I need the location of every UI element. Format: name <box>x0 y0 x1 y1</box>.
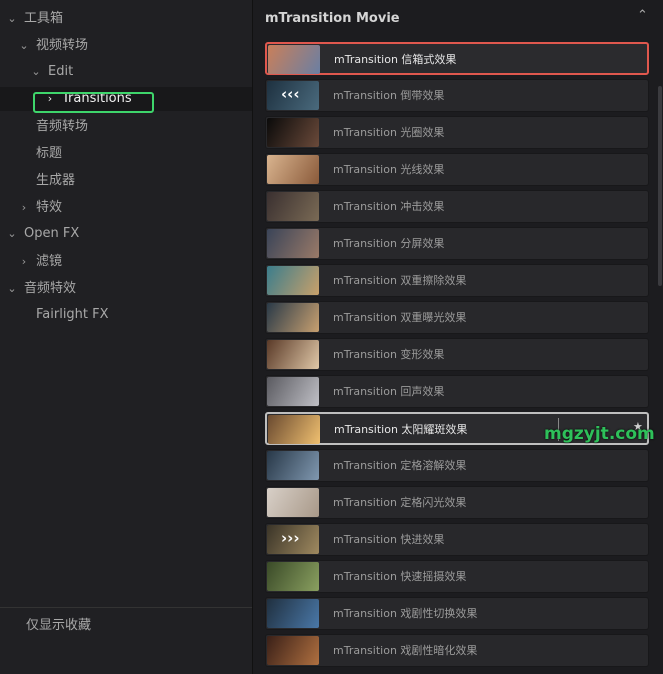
sidebar-item-label: 音频转场 <box>36 119 89 134</box>
sidebar-item-label: 滤镜 <box>36 254 63 269</box>
watermark: mgzyjt.com <box>544 424 655 444</box>
transition-thumbnail <box>267 303 319 332</box>
transition-tile[interactable]: mTransition 双重曝光效果 <box>265 301 649 334</box>
transition-label: mTransition 回声效果 <box>333 385 445 398</box>
sidebar-item-label: 音频特效 <box>24 281 77 296</box>
transition-thumbnail <box>267 562 319 591</box>
transition-thumbnail <box>267 266 319 295</box>
chevron-down-icon[interactable]: ⌄ <box>6 7 18 31</box>
transition-tile[interactable]: mTransition 回声效果 <box>265 375 649 408</box>
transition-label: mTransition 光圈效果 <box>333 126 445 139</box>
transition-tile[interactable]: mTransition 定格闪光效果 <box>265 486 649 519</box>
chevron-right-icon[interactable]: › <box>18 250 30 274</box>
sidebar-item[interactable]: 生成器 <box>0 169 252 193</box>
sidebar-item-label: 工具箱 <box>24 11 64 26</box>
chevron-up-icon[interactable]: ⌃ <box>637 8 648 23</box>
effects-sidebar: ⌄ 工具箱 ⌄ 视频转场 ⌄ Edit › Transitions 音频转场 标题 生成器 › 特效 ⌄ O… <box>0 0 253 674</box>
transition-thumbnail <box>267 229 319 258</box>
transition-tile[interactable]: mTransition 冲击效果 <box>265 190 649 223</box>
scrollbar-thumb[interactable] <box>658 86 662 286</box>
transition-tile[interactable]: mTransition 光线效果 <box>265 153 649 186</box>
transition-thumbnail <box>267 599 319 628</box>
sidebar-item[interactable]: › 特效 <box>0 196 252 220</box>
transition-tile[interactable]: mTransition 信箱式效果 <box>265 42 649 75</box>
transition-label: mTransition 定格闪光效果 <box>333 496 467 509</box>
chevron-down-icon[interactable]: ⌄ <box>18 34 30 58</box>
sidebar-item-label: Edit <box>48 64 74 79</box>
sidebar-item[interactable]: 标题 <box>0 142 252 166</box>
sidebar-item[interactable]: ⌄ 工具箱 <box>0 7 252 31</box>
transition-tile[interactable]: mTransition 快速摇摄效果 <box>265 560 649 593</box>
transition-thumbnail <box>267 636 319 665</box>
sidebar-item-label: 生成器 <box>36 173 76 188</box>
transition-thumbnail <box>267 118 319 147</box>
transition-label: mTransition 太阳耀斑效果 <box>334 423 468 436</box>
transition-label: mTransition 戏剧性暗化效果 <box>333 644 478 657</box>
forward-arrows-icon: ››› <box>281 529 300 547</box>
transition-label: mTransition 倒带效果 <box>333 89 445 102</box>
transition-thumbnail <box>268 45 320 74</box>
transition-thumbnail <box>268 415 320 444</box>
transition-label: mTransition 双重擦除效果 <box>333 274 467 287</box>
transition-label: mTransition 双重曝光效果 <box>333 311 467 324</box>
transition-label: mTransition 戏剧性切换效果 <box>333 607 478 620</box>
sidebar-item[interactable]: ⌄ 视频转场 <box>0 34 252 58</box>
transition-label: mTransition 定格溶解效果 <box>333 459 467 472</box>
transition-tile[interactable]: mTransition 戏剧性切换效果 <box>265 597 649 630</box>
selection-highlight <box>33 92 154 113</box>
sidebar-item[interactable]: Fairlight FX <box>0 303 252 327</box>
transition-tile[interactable]: mTransition 双重擦除效果 <box>265 264 649 297</box>
transition-thumbnail <box>267 377 319 406</box>
sidebar-item-label: Fairlight FX <box>36 307 109 322</box>
transition-label: mTransition 信箱式效果 <box>334 53 457 66</box>
transition-tile[interactable]: mTransition 定格溶解效果 <box>265 449 649 482</box>
sidebar-item-label: 标题 <box>36 146 63 161</box>
chevron-down-icon[interactable]: ⌄ <box>6 222 18 246</box>
sidebar-item[interactable]: 音频转场 <box>0 115 252 139</box>
transition-thumbnail <box>267 451 319 480</box>
sidebar-item[interactable]: ⌄ Edit <box>0 60 252 84</box>
sidebar-item[interactable]: ⌄ 音频特效 <box>0 277 252 301</box>
transition-thumbnail <box>267 488 319 517</box>
transition-label: mTransition 冲击效果 <box>333 200 445 213</box>
sidebar-item-label: Open FX <box>24 226 80 241</box>
transition-thumbnail <box>267 192 319 221</box>
rewind-arrows-icon: ‹‹‹ <box>281 85 300 103</box>
transition-tile[interactable]: ››› mTransition 快进效果 <box>265 523 649 556</box>
scrollbar[interactable] <box>657 36 663 674</box>
transition-label: mTransition 光线效果 <box>333 163 445 176</box>
transition-label: mTransition 分屏效果 <box>333 237 445 250</box>
transition-thumbnail: ››› <box>267 525 319 554</box>
effects-panel: mTransition Movie ⌃ mTransition 信箱式效果 ‹‹‹… <box>253 0 663 674</box>
transition-thumbnail <box>267 340 319 369</box>
transition-tile[interactable]: mTransition 分屏效果 <box>265 227 649 260</box>
favorites-only-toggle[interactable]: 仅显示收藏 <box>26 614 91 633</box>
transition-label: mTransition 快进效果 <box>333 533 445 546</box>
transition-label: mTransition 快速摇摄效果 <box>333 570 467 583</box>
sidebar-item[interactable]: › 滤镜 <box>0 250 252 274</box>
transition-thumbnail <box>267 155 319 184</box>
transition-tile[interactable]: ‹‹‹ mTransition 倒带效果 <box>265 79 649 112</box>
sidebar-item[interactable]: ⌄ Open FX <box>0 222 252 246</box>
transition-tile[interactable]: mTransition 变形效果 <box>265 338 649 371</box>
sidebar-divider <box>0 607 252 608</box>
chevron-down-icon[interactable]: ⌄ <box>30 60 42 84</box>
chevron-down-icon[interactable]: ⌄ <box>6 277 18 301</box>
transition-label: mTransition 变形效果 <box>333 348 445 361</box>
transition-tile[interactable]: mTransition 戏剧性暗化效果 <box>265 634 649 667</box>
sidebar-item-label: 特效 <box>36 200 63 215</box>
panel-title: mTransition Movie <box>265 11 400 26</box>
chevron-right-icon[interactable]: › <box>18 196 30 220</box>
transition-thumbnail: ‹‹‹ <box>267 81 319 110</box>
sidebar-item-label: 视频转场 <box>36 38 89 53</box>
transition-tile[interactable]: mTransition 光圈效果 <box>265 116 649 149</box>
